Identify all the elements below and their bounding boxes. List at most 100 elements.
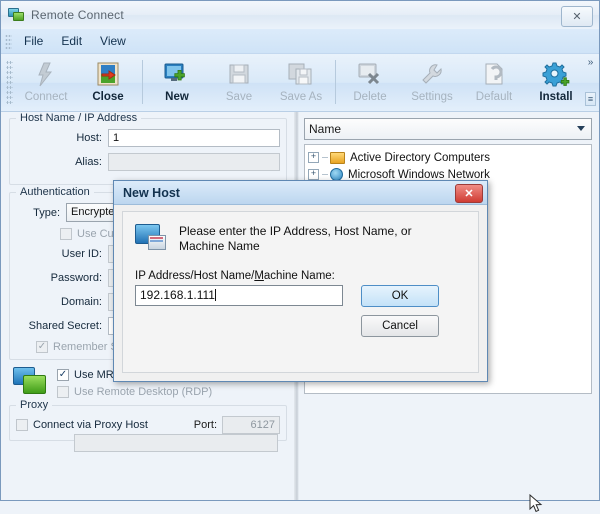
tree-node-label: Active Directory Computers [350,151,490,164]
toolbar-separator [335,60,336,104]
toolbar-label: Install [539,91,573,103]
toolbar-label: Save As [279,91,323,103]
proxy-host-row-cutoff [18,434,278,452]
sort-combo[interactable]: Name [304,118,592,140]
tree-node-label: Microsoft Windows Network [348,168,490,181]
folder-icon [330,151,345,164]
wrench-icon [417,61,447,88]
toolbar-label: Delete [353,91,387,103]
toolbar-button-connect[interactable]: Connect [15,58,77,110]
proxy-group: Proxy Connect via Proxy Host Port: 6127 [9,399,287,452]
application-window: Remote Connect ✕ File Edit View Connect [0,0,600,513]
toolbar-button-install[interactable]: Install [525,58,587,110]
toolbar-label: Connect [24,91,68,103]
monitor-x-icon [355,61,385,88]
connect-via-proxy-row[interactable]: Connect via Proxy Host [16,419,194,431]
close-door-arrow-icon [93,61,123,88]
ip-address-value: 192.168.1.111 [140,288,215,302]
cancel-button[interactable]: Cancel [361,315,439,337]
remember-credentials-checkbox[interactable]: ✓ [36,341,48,353]
authentication-group-caption: Authentication [16,186,94,198]
port-input[interactable]: 6127 [222,416,280,434]
dialog-message-row: Please enter the IP Address, Host Name, … [135,224,466,254]
expander-icon[interactable]: + [308,152,319,163]
dialog-body: Please enter the IP Address, Host Name, … [122,211,479,373]
chevron-down-icon[interactable] [577,126,585,131]
tree-connector [322,174,328,175]
monitor-plus-icon [162,61,192,88]
auth-type-label: Type: [33,206,60,219]
new-host-dialog: New Host ✕ Please enter the IP Address, … [113,180,543,513]
dialog-buttons: OK Cancel [361,285,439,337]
host-name-group-caption: Host Name / IP Address [16,112,142,124]
ip-address-input[interactable]: 192.168.1.111 [135,285,343,306]
dialog-field-label-pre: IP Address/Host Name/ [135,270,255,282]
toolbar-expand-button[interactable]: ≡ [585,92,596,106]
shared-secret-label: Shared Secret: [28,320,102,332]
lightning-bolt-icon [31,61,61,88]
user-id-label: User ID: [61,248,102,260]
monitor-window-icon [135,224,169,254]
mirror-driver-checkbox[interactable]: ✓ [57,369,69,381]
use-current-credentials-checkbox[interactable] [60,228,72,240]
dialog-title: New Host [123,185,180,200]
connect-via-proxy-label: Connect via Proxy Host [33,419,148,431]
window-title: Remote Connect [31,8,124,22]
toolbar-label: Settings [411,91,453,103]
expander-icon[interactable]: + [308,169,319,180]
toolbar-button-delete[interactable]: Delete [339,58,401,110]
rdp-checkbox[interactable] [57,386,69,398]
menu-bar: File Edit View [1,29,599,54]
password-label: Password: [50,272,102,284]
sort-combo-value: Name [309,122,342,136]
menu-item-edit[interactable]: Edit [52,32,91,50]
window-close-button[interactable]: ✕ [561,6,593,27]
menu-item-view[interactable]: View [91,32,135,50]
floppy-disk-copy-icon [286,61,316,88]
toolbar-label: Close [92,91,124,103]
tree-node-active-directory[interactable]: + Active Directory Computers [308,149,588,166]
toolbar-button-close[interactable]: Close [77,58,139,110]
toolbar-label: Save [225,91,253,103]
dual-monitor-blue-green-icon [13,367,49,397]
toolbar-button-save-as[interactable]: Save As [270,58,332,110]
host-name-group: Host Name / IP Address Host: 1 Alias: [9,112,287,185]
menu-item-file[interactable]: File [15,32,52,50]
alias-input[interactable] [108,153,280,171]
floppy-disk-icon [224,61,254,88]
toolbar-button-new[interactable]: New [146,58,208,110]
ok-button[interactable]: OK [361,285,439,307]
proxy-group-caption: Proxy [16,399,53,411]
tree-connector [322,157,328,158]
toolbar-overflow-icon[interactable]: » [585,58,596,68]
toolbar-button-save[interactable]: Save [208,58,270,110]
title-bar: Remote Connect ✕ [1,1,599,29]
toolbar-grip-handle[interactable] [6,60,13,106]
dual-monitor-icon [8,7,25,23]
toolbar-separator [142,60,143,104]
alias-row: Alias: [16,153,280,171]
dialog-field-label-post: achine Name: [263,270,335,282]
dialog-input-row: 192.168.1.111 OK Cancel [135,285,466,337]
dialog-field-label: IP Address/Host Name/Machine Name: [135,270,466,282]
host-input[interactable]: 1 [108,129,280,147]
menu-grip-handle[interactable] [5,33,12,49]
text-caret [214,289,216,301]
page-arrow-icon [479,61,509,88]
dialog-title-bar: New Host ✕ [114,181,487,205]
toolbar-label: Default [475,91,513,103]
rdp-label: Use Remote Desktop (RDP) [74,386,213,398]
toolbar: Connect Close New Save Save As Delete Se… [1,54,599,112]
gear-plus-icon [541,61,571,88]
alias-label: Alias: [75,156,102,168]
connect-via-proxy-checkbox[interactable] [16,419,28,431]
dialog-message: Please enter the IP Address, Host Name, … [179,224,412,253]
host-row: Host: 1 [16,129,280,147]
domain-label: Domain: [61,296,102,308]
toolbar-button-default[interactable]: Default [463,58,525,110]
dialog-close-button[interactable]: ✕ [455,184,483,203]
toolbar-label: New [165,91,189,103]
host-label: Host: [76,132,102,144]
rdp-row[interactable]: Use Remote Desktop (RDP) [57,386,287,398]
toolbar-button-settings[interactable]: Settings [401,58,463,110]
